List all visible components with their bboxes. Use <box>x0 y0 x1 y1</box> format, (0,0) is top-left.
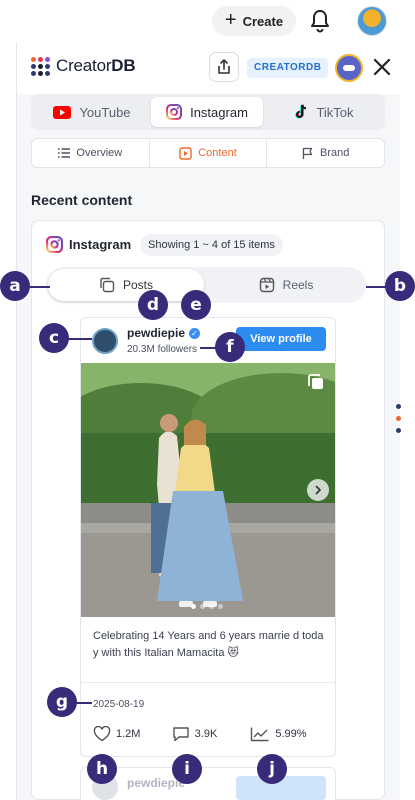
instagram-icon <box>166 104 183 120</box>
post-stats: 1.2M 3.9K 5.99% <box>93 724 329 744</box>
callout-leader <box>200 347 216 349</box>
creator-name-row: pewdiepie ✓ <box>127 326 201 340</box>
callout-c: c <box>39 323 69 353</box>
callout-d: d <box>138 290 168 320</box>
callout-g: g <box>47 687 77 717</box>
post-image[interactable] <box>81 363 335 617</box>
tab-tiktok-label: TikTok <box>316 104 354 120</box>
platform-name: Instagram <box>69 237 132 252</box>
callout-leader <box>76 702 92 704</box>
likes-stat: 1.2M <box>93 724 172 744</box>
tab-overview[interactable]: Overview <box>32 139 150 167</box>
create-label: Create <box>242 13 284 29</box>
post-caption: Celebrating 14 Years and 6 years marrie … <box>93 630 324 659</box>
robot-avatar[interactable] <box>335 54 363 82</box>
callout-a: a <box>0 271 30 301</box>
tab-content-label: Content <box>198 147 237 159</box>
tab-instagram[interactable]: Instagram <box>151 97 263 127</box>
heart-icon <box>93 726 111 742</box>
divider <box>81 682 335 683</box>
post-date: 2025-08-19 <box>93 699 145 710</box>
platform-heading: Instagram <box>46 236 131 253</box>
panel-header: CreatorDB CREATORDB <box>17 42 401 94</box>
tab-reels-label: Reels <box>282 278 314 292</box>
next-image-button[interactable] <box>307 479 329 501</box>
creatordb-badge[interactable]: CREATORDB <box>247 58 329 78</box>
panel-body: CreatorDB CREATORDB YouTube Instagram Ti… <box>16 42 401 800</box>
plus-icon: + <box>224 9 237 31</box>
list-icon <box>58 148 71 158</box>
carousel-dot[interactable] <box>209 604 214 609</box>
post-photo-illustration <box>81 363 335 617</box>
callout-h: h <box>87 754 117 784</box>
callout-i: i <box>172 754 202 784</box>
tab-posts[interactable]: Posts <box>48 269 204 301</box>
tab-brand[interactable]: Brand <box>267 139 384 167</box>
comment-icon <box>172 727 189 742</box>
items-count-badge: Showing 1 ~ 4 of 15 items <box>140 234 283 256</box>
creatordb-logo: CreatorDB <box>31 56 136 76</box>
trend-chart-icon <box>251 727 269 742</box>
side-dots <box>396 404 401 433</box>
tab-reels[interactable]: Reels <box>208 269 364 301</box>
post-card[interactable]: pewdiepie ✓ 20.3M followers View profile <box>80 317 336 757</box>
comments-stat: 3.9K <box>172 724 251 744</box>
create-button[interactable]: + Create <box>212 6 296 36</box>
share-button[interactable] <box>209 52 239 82</box>
view-profile-button[interactable]: View profile <box>236 327 326 351</box>
tab-youtube-label: YouTube <box>79 104 131 120</box>
comments-count: 3.9K <box>194 728 218 740</box>
instagram-icon <box>46 236 63 253</box>
callout-leader <box>30 286 50 288</box>
verified-icon: ✓ <box>189 327 201 339</box>
callout-e: e <box>181 290 211 320</box>
tab-content[interactable]: Content <box>150 139 268 167</box>
youtube-icon <box>53 105 72 119</box>
play-square-icon <box>179 146 192 160</box>
callout-j: j <box>257 754 287 784</box>
bell-icon[interactable] <box>308 8 332 34</box>
callout-leader <box>68 338 92 340</box>
section-tabs: Overview Content Brand <box>31 138 385 168</box>
copy-icon <box>100 277 115 293</box>
tab-overview-label: Overview <box>76 147 123 159</box>
carousel-dot[interactable] <box>218 604 223 609</box>
user-avatar[interactable] <box>357 6 387 36</box>
chevron-right-icon <box>315 485 322 495</box>
section-title: Recent content <box>31 192 133 208</box>
close-icon[interactable] <box>371 56 393 78</box>
likes-count: 1.2M <box>116 728 141 740</box>
creator-username[interactable]: pewdiepie <box>127 326 185 340</box>
share-icon <box>218 59 230 74</box>
platform-tabs: YouTube Instagram TikTok <box>31 94 385 130</box>
callout-f: f <box>215 332 245 362</box>
reel-icon <box>259 277 274 293</box>
tab-youtube[interactable]: YouTube <box>35 97 149 127</box>
logo-text: CreatorDB <box>56 56 136 75</box>
creator-avatar[interactable] <box>92 328 118 354</box>
carousel-dot[interactable] <box>191 604 196 609</box>
logo-dots-icon <box>31 56 50 76</box>
flag-icon <box>302 147 313 159</box>
carousel-dot[interactable] <box>200 604 205 609</box>
tiktok-icon <box>295 104 307 119</box>
engagement-rate: 5.99% <box>275 728 307 740</box>
creator-panel: CreatorDB CREATORDB YouTube Instagram Ti… <box>14 42 404 800</box>
tab-brand-label: Brand <box>320 147 350 159</box>
carousel-dots <box>191 604 223 609</box>
next-post-card[interactable]: pewdiepie <box>80 767 336 800</box>
callout-b: b <box>385 271 415 301</box>
carousel-icon <box>308 374 323 389</box>
top-app-bar: + Create <box>0 0 415 42</box>
follower-count: 20.3M followers <box>127 344 198 355</box>
tab-tiktok[interactable]: TikTok <box>267 97 381 127</box>
callout-leader <box>366 286 386 288</box>
tab-instagram-label: Instagram <box>190 104 248 120</box>
engagement-stat: 5.99% <box>250 724 329 744</box>
